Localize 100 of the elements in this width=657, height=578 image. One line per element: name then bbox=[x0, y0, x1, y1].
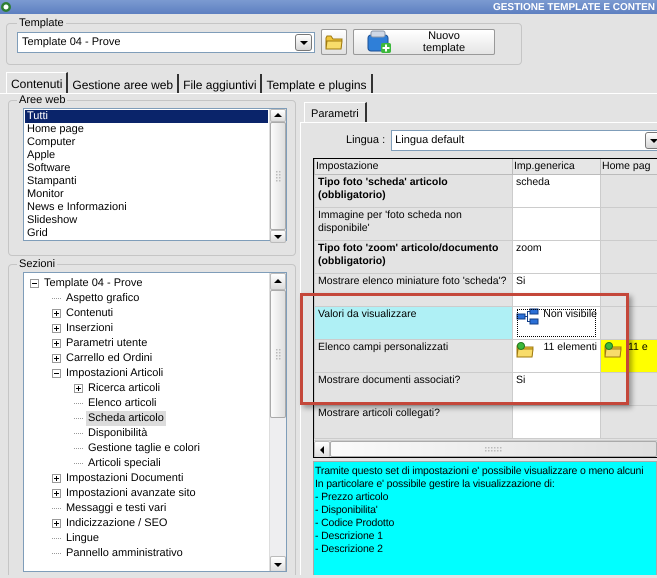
tree-item[interactable]: Messaggi e testi vari bbox=[64, 501, 168, 516]
expand-toggle[interactable] bbox=[52, 339, 61, 348]
tree-item[interactable]: Indicizzazione / SEO bbox=[64, 516, 170, 531]
expand-toggle[interactable] bbox=[52, 309, 61, 318]
tree-item[interactable]: Template 04 - Prove bbox=[42, 276, 144, 291]
list-item[interactable]: Software bbox=[25, 162, 268, 175]
dropdown-button[interactable] bbox=[295, 34, 312, 50]
scroll-left-button[interactable] bbox=[314, 441, 330, 457]
app-icon bbox=[0, 1, 12, 13]
expand-toggle[interactable] bbox=[52, 489, 61, 498]
tree-item[interactable]: Impostazioni Articoli bbox=[64, 366, 166, 381]
tree-item[interactable]: Elenco articoli bbox=[86, 396, 158, 411]
tab[interactable]: Gestione aree web bbox=[68, 74, 180, 93]
list-item[interactable]: Computer bbox=[25, 136, 268, 149]
value-picker[interactable]: 11 e bbox=[604, 340, 657, 370]
column-header[interactable]: Home pag bbox=[600, 159, 657, 174]
tab[interactable]: Parametri bbox=[304, 102, 367, 122]
plus-icon bbox=[52, 489, 61, 498]
list-item[interactable]: Home page bbox=[25, 123, 268, 136]
dropdown-button[interactable] bbox=[645, 132, 657, 148]
column-header[interactable]: Impostazione bbox=[314, 159, 512, 174]
folder-icon bbox=[516, 340, 534, 358]
tree-item[interactable]: Impostazioni avanzate sito bbox=[64, 486, 198, 501]
scroll-thumb[interactable] bbox=[270, 122, 286, 230]
field-label: Lingua : bbox=[346, 134, 386, 146]
tree-item[interactable]: Disponibilità bbox=[86, 426, 150, 441]
setting-name[interactable]: Tipo foto 'zoom' articolo/documento (obbligatorio) bbox=[314, 240, 512, 273]
description-line: - Descrizione 2 bbox=[315, 543, 384, 556]
setting-name[interactable]: Tipo foto 'scheda' articolo (obbligatorio) bbox=[314, 174, 512, 207]
scrollbar[interactable] bbox=[269, 273, 286, 571]
group-label: Aree web bbox=[18, 94, 66, 106]
minus-icon bbox=[52, 369, 61, 378]
list-item[interactable]: Slideshow bbox=[25, 214, 268, 227]
plus-icon bbox=[52, 474, 61, 483]
tree-item[interactable]: Contenuti bbox=[64, 306, 116, 321]
scroll-thumb[interactable] bbox=[270, 290, 286, 418]
setting-value[interactable]: zoom bbox=[512, 240, 600, 273]
plus-icon bbox=[52, 339, 61, 348]
minus-icon bbox=[30, 279, 39, 288]
tree-item[interactable]: Aspetto grafico bbox=[64, 291, 142, 306]
grip-icon bbox=[276, 170, 280, 182]
column-header[interactable]: Imp.generica bbox=[512, 159, 600, 174]
grip-icon bbox=[485, 445, 502, 453]
folder-icon bbox=[604, 340, 622, 358]
tab[interactable]: File aggiuntivi bbox=[179, 74, 262, 93]
tree-item[interactable]: Gestione taglie e colori bbox=[86, 441, 202, 456]
setting-name[interactable]: Valori da visualizzare bbox=[314, 306, 512, 339]
group-label: Template bbox=[18, 17, 65, 29]
package-add-icon bbox=[366, 29, 392, 55]
list-item[interactable]: Tutti bbox=[25, 110, 268, 123]
scroll-up-button[interactable] bbox=[270, 273, 286, 290]
tree-item[interactable]: Articoli speciali bbox=[86, 456, 163, 471]
description-line: Tramite questo set di impostazioni e' possibile visualizzare o meno alcuni bbox=[315, 465, 644, 478]
tree-item[interactable]: Pannello amministrativo bbox=[64, 546, 185, 561]
open-folder-button[interactable] bbox=[321, 29, 347, 55]
setting-name[interactable]: Mostrare articoli collegati? bbox=[314, 405, 512, 438]
grip-icon bbox=[276, 348, 280, 360]
plus-icon bbox=[52, 309, 61, 318]
tree-item[interactable]: Scheda articolo bbox=[86, 411, 166, 426]
expand-toggle[interactable] bbox=[52, 354, 61, 363]
list-item[interactable]: News e Informazioni bbox=[25, 201, 268, 214]
window-title: GESTIONE TEMPLATE E CONTEN bbox=[492, 2, 655, 12]
tab[interactable]: Contenuti bbox=[6, 72, 68, 93]
new-template-button[interactable]: Nuovo template bbox=[353, 29, 495, 55]
scroll-down-button[interactable] bbox=[270, 230, 286, 243]
list-item[interactable]: Apple bbox=[25, 149, 268, 162]
scroll-up-button[interactable] bbox=[270, 109, 286, 122]
expand-toggle[interactable] bbox=[52, 369, 61, 378]
plus-icon bbox=[74, 384, 83, 393]
plus-icon bbox=[52, 519, 61, 528]
expand-toggle[interactable] bbox=[30, 279, 39, 288]
tree-item[interactable]: Lingue bbox=[64, 531, 102, 546]
language-dropdown[interactable]: Lingua default bbox=[391, 130, 657, 150]
expand-toggle[interactable] bbox=[52, 474, 61, 483]
tree-item[interactable]: Inserzioni bbox=[64, 321, 116, 336]
expand-toggle[interactable] bbox=[52, 324, 61, 333]
scroll-down-button[interactable] bbox=[270, 556, 286, 571]
tree-item[interactable]: Impostazioni Documenti bbox=[64, 471, 186, 486]
plus-icon bbox=[52, 354, 61, 363]
setting-value[interactable]: scheda bbox=[512, 174, 600, 207]
description-line: - Descrizione 1 bbox=[315, 530, 384, 543]
setting-name[interactable]: Immagine per 'foto scheda non disponibile' bbox=[314, 207, 512, 240]
template-dropdown[interactable]: Template 04 - Prove bbox=[17, 32, 315, 52]
tree-item[interactable]: Parametri utente bbox=[64, 336, 150, 351]
description-line: - Disponibilita' bbox=[315, 504, 379, 517]
tab[interactable]: Template e plugins bbox=[262, 74, 373, 93]
list-item[interactable]: Stampanti bbox=[25, 175, 268, 188]
list-item[interactable]: Monitor bbox=[25, 188, 268, 201]
setting-name[interactable]: Elenco campi personalizzati bbox=[314, 339, 512, 372]
expand-toggle[interactable] bbox=[74, 384, 83, 393]
tree-item[interactable]: Carrello ed Ordini bbox=[64, 351, 154, 366]
description-line: In particolare e' possibile gestire la visualizzazione di: bbox=[315, 478, 556, 491]
folder-icon bbox=[325, 33, 343, 51]
description-line: - Prezzo articolo bbox=[315, 491, 390, 504]
expand-toggle[interactable] bbox=[52, 519, 61, 528]
tree-item[interactable]: Ricerca articoli bbox=[86, 381, 162, 396]
group-label: Sezioni bbox=[18, 258, 56, 270]
plus-icon bbox=[52, 324, 61, 333]
list-item[interactable]: Grid bbox=[25, 227, 268, 240]
scrollbar[interactable] bbox=[269, 109, 286, 240]
